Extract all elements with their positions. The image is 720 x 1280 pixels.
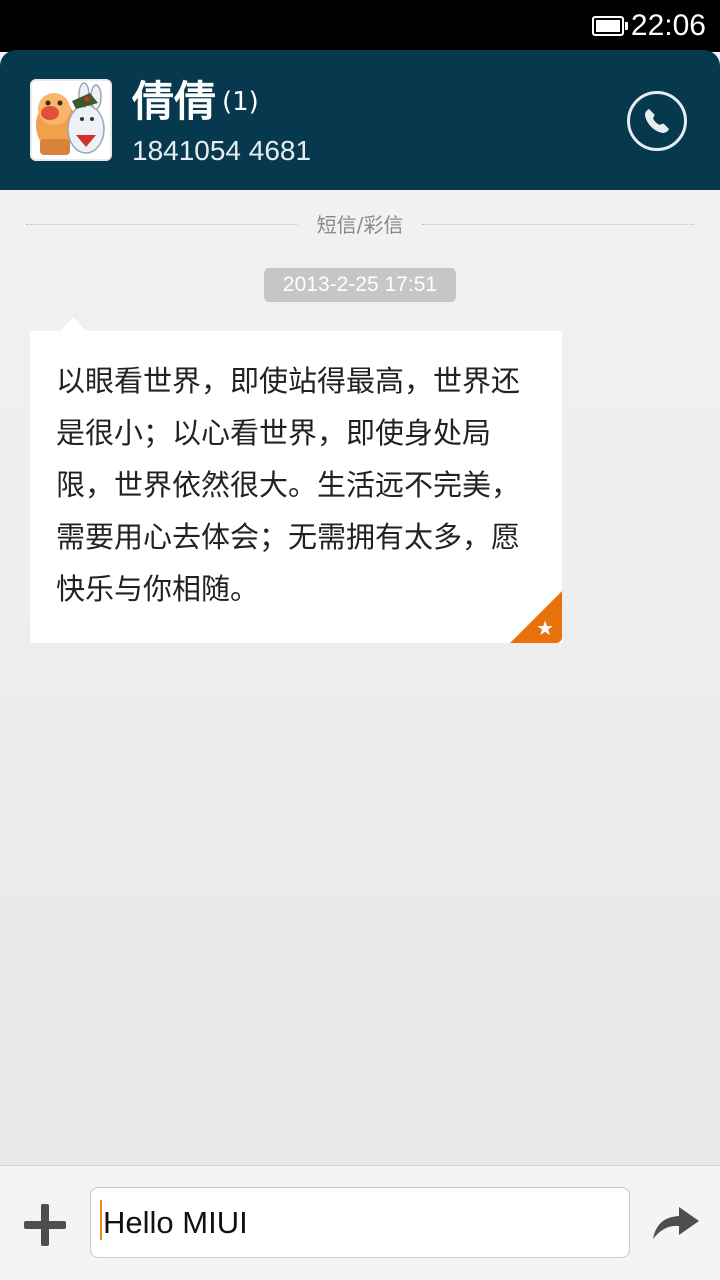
divider-line-left xyxy=(26,224,298,225)
battery-full-icon xyxy=(592,16,628,36)
star-icon: ★ xyxy=(536,616,554,640)
starred-badge: ★ xyxy=(510,591,562,643)
avatar-illustration xyxy=(32,81,110,159)
add-attachment-button[interactable] xyxy=(24,1204,66,1246)
message-text: 以眼看世界，即使站得最高，世界还是很小；以心看世界，即使身处局限，世界依然很大。… xyxy=(56,364,521,606)
bubble-tail xyxy=(60,317,86,331)
contact-phone-number: 1841054 4681 xyxy=(132,135,312,166)
incoming-message-bubble[interactable]: 以眼看世界，即使站得最高，世界还是很小；以心看世界，即使身处局限，世界依然很大。… xyxy=(30,331,562,643)
text-caret xyxy=(100,1200,102,1240)
divider-label: 短信/彩信 xyxy=(316,213,404,237)
status-time: 22:06 xyxy=(630,9,706,42)
message-timestamp: 2013-2-25 17:51 xyxy=(264,268,456,302)
call-button[interactable] xyxy=(627,91,687,151)
unread-count: (1) xyxy=(222,87,259,117)
send-arrow-icon xyxy=(653,1207,699,1239)
message-input[interactable]: Hello MIUI xyxy=(90,1187,630,1258)
phone-icon xyxy=(645,109,669,133)
composer-bar: Hello MIUI xyxy=(0,1165,720,1280)
send-button[interactable] xyxy=(651,1205,701,1241)
contact-name: 倩倩 xyxy=(132,77,217,126)
divider-line-right xyxy=(422,224,694,225)
conversation-header: 倩倩 (1) 1841054 4681 xyxy=(0,50,720,190)
contact-avatar[interactable] xyxy=(30,79,112,161)
message-type-divider: 短信/彩信 xyxy=(26,210,694,240)
status-bar: 22:06 xyxy=(0,0,720,52)
